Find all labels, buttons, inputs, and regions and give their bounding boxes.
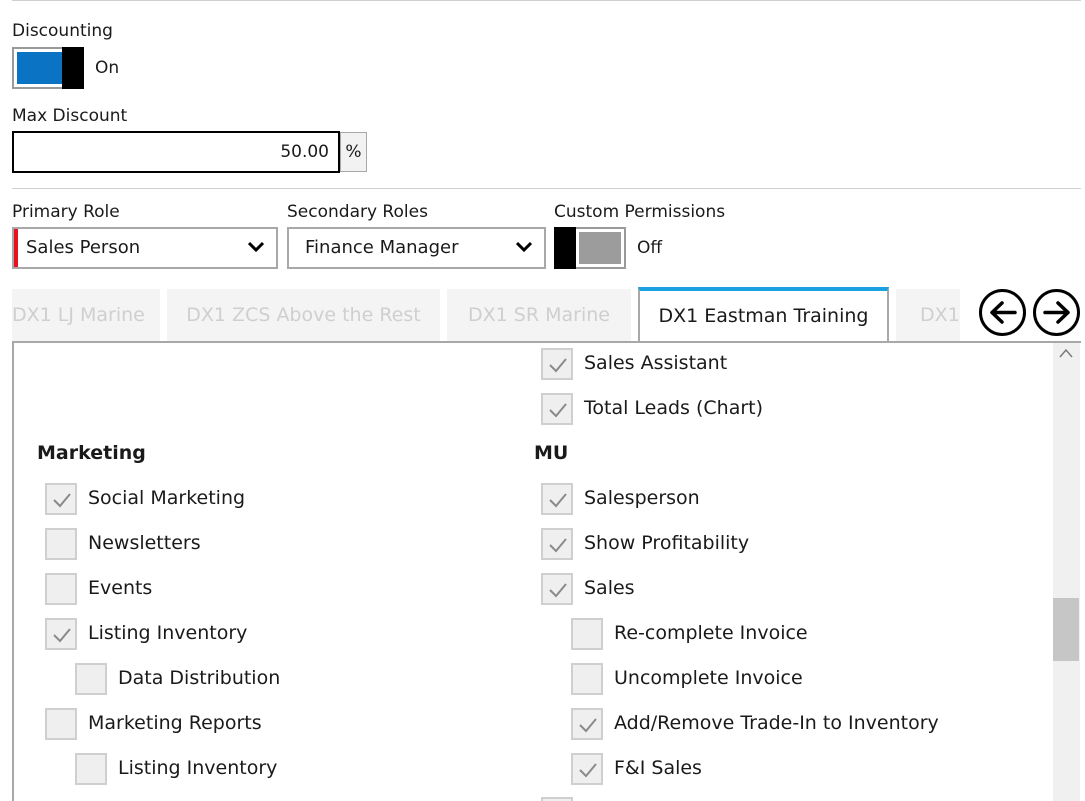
permission-label: Listing Inventory (118, 757, 278, 779)
checkbox-add-remove-trade-in[interactable] (571, 708, 603, 740)
primary-role-select[interactable]: Sales Person (12, 227, 278, 269)
tab-next-button[interactable] (1033, 289, 1080, 336)
group-title-marketing: Marketing (37, 442, 146, 464)
tab-dx1-lj-marine[interactable]: DX1 LJ Marine (12, 289, 160, 341)
secondary-roles-select[interactable]: Finance Manager (287, 227, 546, 269)
checkbox-listing-inventory[interactable] (45, 618, 77, 650)
checkbox-fi-sales[interactable] (571, 753, 603, 785)
check-icon (549, 493, 567, 508)
permission-label: Sales Assistant (584, 352, 728, 374)
checkbox-show-profitability[interactable] (541, 528, 573, 560)
permission-label: Salesperson (584, 487, 700, 509)
scrollbar-thumb[interactable] (1053, 598, 1079, 661)
checkbox-partial[interactable] (541, 797, 573, 801)
checkbox-social-marketing[interactable] (45, 483, 77, 515)
check-icon (53, 628, 71, 643)
check-icon (579, 763, 597, 778)
custom-permissions-label: Custom Permissions (554, 202, 726, 222)
max-discount-label: Max Discount (12, 106, 128, 126)
permission-label: Uncomplete Invoice (614, 667, 803, 689)
permission-label: Marketing Reports (88, 712, 262, 734)
scrollbar-track[interactable] (1053, 343, 1080, 801)
checkbox-re-complete-invoice[interactable] (571, 618, 603, 650)
checkbox-reports-listing-inventory[interactable] (75, 753, 107, 785)
permission-label: Newsletters (88, 532, 201, 554)
checkbox-newsletters[interactable] (45, 528, 77, 560)
checkbox-salesperson[interactable] (541, 483, 573, 515)
tab-dx1[interactable]: DX1 (896, 289, 960, 341)
check-icon (579, 718, 597, 733)
checkbox-sales[interactable] (541, 573, 573, 605)
chevron-down-icon (516, 241, 532, 253)
top-divider (12, 0, 1081, 1)
check-icon (549, 403, 567, 418)
permission-label: Social Marketing (88, 487, 246, 509)
permission-label: Events (88, 577, 153, 599)
arrow-left-icon (990, 301, 1017, 324)
max-discount-input[interactable]: 50.00 (12, 131, 340, 173)
discounting-toggle[interactable] (12, 47, 84, 89)
toggle-thumb (62, 47, 84, 89)
permission-label: Data Distribution (118, 667, 281, 689)
required-marker (14, 229, 18, 267)
check-icon (549, 583, 567, 598)
check-icon (549, 358, 567, 373)
custom-permissions-state: Off (637, 238, 663, 258)
permission-label: Sales (584, 577, 635, 599)
primary-role-value: Sales Person (26, 237, 141, 258)
permission-label: Listing Inventory (88, 622, 248, 644)
checkbox-sales-assistant[interactable] (541, 348, 573, 380)
checkbox-marketing-reports[interactable] (45, 708, 77, 740)
percent-unit: % (340, 132, 367, 172)
secondary-roles-value: Finance Manager (305, 237, 459, 258)
toggle-thumb (554, 227, 576, 269)
permission-label: Add/Remove Trade-In to Inventory (614, 712, 939, 734)
scroll-up-icon[interactable] (1058, 346, 1074, 360)
permission-label: F&I Sales (614, 757, 702, 779)
chevron-down-icon (248, 241, 264, 253)
tab-dx1-zcs-above-the-rest[interactable]: DX1 ZCS Above the Rest (167, 289, 440, 341)
checkbox-uncomplete-invoice[interactable] (571, 663, 603, 695)
checkbox-events[interactable] (45, 573, 77, 605)
check-icon (53, 493, 71, 508)
tab-dx1-sr-marine[interactable]: DX1 SR Marine (447, 289, 631, 341)
tab-dx1-eastman-training[interactable]: DX1 Eastman Training (638, 287, 889, 343)
primary-role-label: Primary Role (12, 202, 120, 222)
toggle-fill (17, 52, 63, 84)
custom-permissions-toggle[interactable] (554, 227, 626, 269)
toggle-fill (579, 232, 621, 264)
permission-label: Show Profitability (584, 532, 750, 554)
discounting-state: On (95, 58, 120, 78)
secondary-roles-label: Secondary Roles (287, 202, 428, 222)
group-title-mu: MU (534, 442, 569, 464)
permission-label: Total Leads (Chart) (584, 397, 764, 419)
checkbox-data-distribution[interactable] (75, 663, 107, 695)
section-divider (12, 188, 1081, 189)
checkbox-total-leads-chart[interactable] (541, 393, 573, 425)
permission-label: Re-complete Invoice (614, 622, 808, 644)
check-icon (549, 538, 567, 553)
tab-prev-button[interactable] (979, 289, 1026, 336)
discounting-label: Discounting (12, 21, 113, 41)
arrow-right-icon (1043, 301, 1070, 324)
